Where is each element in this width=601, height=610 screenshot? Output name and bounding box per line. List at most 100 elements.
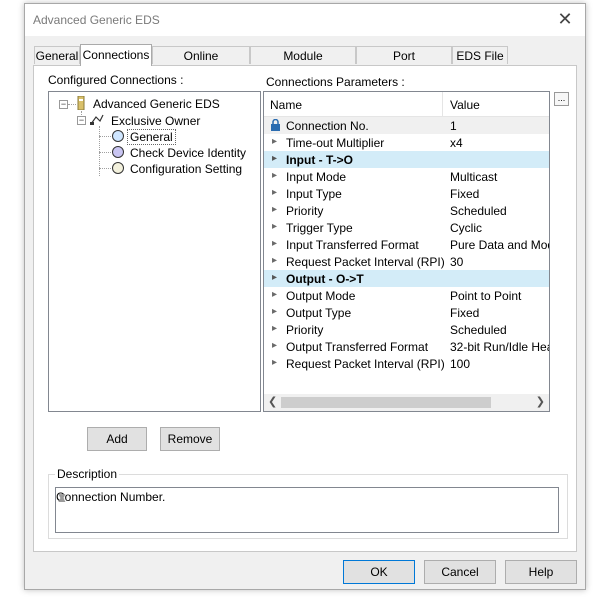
column-header-value[interactable]: Value [450,98,480,112]
connection-parameters-grid[interactable]: Name Value Connection No. 1 ▸ Time-out Mult… [263,91,550,412]
grid-row[interactable]: ▸ Output Transferred Format 32-bit Run/Idl… [264,338,549,355]
pin-icon: ▸ [272,289,278,300]
grid-cell-value[interactable]: 32-bit Run/Idle Head [450,340,549,354]
section-pin-icon: ▸ [272,153,278,164]
pin-icon: ▸ [272,306,278,317]
grid-cell-value[interactable]: Pure Data and Mode [450,238,549,252]
dialog-window: Advanced Generic EDS ✕ General Connectio… [24,3,586,590]
grid-cell-name: Request Packet Interval (RPI) [286,357,445,371]
grid-cell-value[interactable]: Fixed [450,187,479,201]
grid-row[interactable]: ▸ Input Transferred Format Pure Data and M… [264,236,549,253]
pin-icon: ▸ [272,255,278,266]
grid-cell-name: Input Mode [286,170,347,184]
help-button[interactable]: Help [505,560,577,584]
scroll-thumb[interactable] [281,397,491,408]
grid-cell-name: Input Transferred Format [286,238,419,252]
grid-cell-name: Output Mode [286,289,356,303]
grid-cell-value[interactable]: Scheduled [450,323,507,337]
tab-online-parameters[interactable]: Online Parameters [152,46,250,81]
grid-row[interactable]: ▸ Input Mode Multicast [264,168,549,185]
grid-cell-name: Priority [286,204,324,218]
close-icon[interactable]: ✕ [545,4,585,35]
grid-cell-name: Connection No. [286,119,369,133]
connection-parameters-label: Connections Parameters : [266,75,405,89]
column-header-name[interactable]: Name [270,98,302,112]
tree-line [99,168,111,169]
grid-cell-name: Trigger Type [286,221,353,235]
connections-panel: Configured Connections : Connections Par… [33,65,577,552]
tab-connections[interactable]: Connections [80,44,152,66]
scroll-right-icon[interactable]: ❯ [536,395,545,408]
grid-cell-value[interactable]: Fixed [450,306,479,320]
tab-module-informations[interactable]: Module Informations [250,46,356,81]
grid-cell-value[interactable]: 100 [450,357,470,371]
pin-icon: ▸ [272,187,278,198]
pin-icon: ▸ [272,323,278,334]
pin-icon: ▸ [272,340,278,351]
tree-root[interactable]: Advanced Generic EDS [93,97,220,111]
remove-button[interactable]: Remove [160,427,220,451]
collapse-root-icon[interactable]: − [59,100,68,109]
grid-row[interactable]: ▸ Time-out Multiplier x4 [264,134,549,151]
tree-check-device-identity[interactable]: Check Device Identity [130,146,246,160]
grid-cell-name: Output - O->T [286,272,364,286]
grid-row[interactable]: ▸ Request Packet Interval (RPI) 30 [264,253,549,270]
grid-section-row[interactable]: ▸ Output - O->T [264,270,549,287]
configuration-setting-icon [112,162,124,174]
grid-cell-name: Output Transferred Format [286,340,429,354]
tab-eds-file[interactable]: EDS File [452,46,508,64]
grid-row[interactable]: ▸ Output Type Fixed [264,304,549,321]
tree-configuration-setting[interactable]: Configuration Setting [130,162,242,176]
pin-icon: ▸ [272,204,278,215]
description-group: Description Connection Number. ▲ ▼ [48,467,568,539]
pin-icon: ▸ [272,136,278,147]
grid-row[interactable]: ▸ Input Type Fixed [264,185,549,202]
collapse-owner-icon[interactable]: − [77,116,86,125]
tree-exclusive-owner[interactable]: Exclusive Owner [111,114,200,128]
property-pages-button[interactable]: ... [554,92,569,106]
tab-general[interactable]: General [34,46,80,64]
grid-row[interactable]: Connection No. 1 [264,117,549,134]
horizontal-scrollbar[interactable]: ❮ ❯ [264,394,549,411]
grid-cell-value[interactable]: 1 [450,119,457,133]
grid-row[interactable]: ▸ Request Packet Interval (RPI) 100 [264,355,549,372]
tree-line [68,104,76,105]
grid-cell-name: Output Type [286,306,352,320]
grid-header: Name Value [264,92,549,117]
pin-icon: ▸ [272,238,278,249]
grid-cell-value[interactable]: 30 [450,255,463,269]
ok-button[interactable]: OK [343,560,415,584]
cancel-button[interactable]: Cancel [424,560,496,584]
scroll-down-icon[interactable]: ▼ [56,490,555,529]
grid-cell-name: Input Type [286,187,342,201]
grid-cell-value[interactable]: Point to Point [450,289,521,303]
grid-row[interactable]: ▸ Output Mode Point to Point [264,287,549,304]
scroll-left-icon[interactable]: ❮ [268,395,277,408]
add-button[interactable]: Add [87,427,147,451]
check-device-identity-icon [112,146,124,158]
grid-cell-name: Priority [286,323,324,337]
device-icon [77,96,85,110]
description-textbox[interactable]: Connection Number. ▲ ▼ [55,487,559,533]
tree-line [99,136,111,137]
grid-cell-name: Request Packet Interval (RPI) [286,255,445,269]
configured-connections-label: Configured Connections : [48,73,184,87]
tree-general[interactable]: General [127,129,176,145]
grid-cell-value[interactable]: Cyclic [450,221,482,235]
grid-row[interactable]: ▸ Priority Scheduled [264,202,549,219]
connection-icon [90,114,104,125]
pin-icon: ▸ [272,357,278,368]
grid-cell-value[interactable]: x4 [450,136,463,150]
grid-section-row[interactable]: ▸ Input - T->O [264,151,549,168]
pin-icon: ▸ [272,170,278,181]
grid-row[interactable]: ▸ Priority Scheduled [264,321,549,338]
title-bar[interactable]: Advanced Generic EDS ✕ [25,4,585,36]
grid-cell-value[interactable]: Scheduled [450,204,507,218]
grid-cell-value[interactable]: Multicast [450,170,497,184]
column-separator[interactable] [442,92,443,116]
section-pin-icon: ▸ [272,272,278,283]
grid-row[interactable]: ▸ Trigger Type Cyclic [264,219,549,236]
tab-port-configuration[interactable]: Port Configuration [356,46,452,81]
lock-icon [270,118,281,134]
connections-tree[interactable]: − Advanced Generic EDS − Exclusive Owner… [48,91,261,412]
